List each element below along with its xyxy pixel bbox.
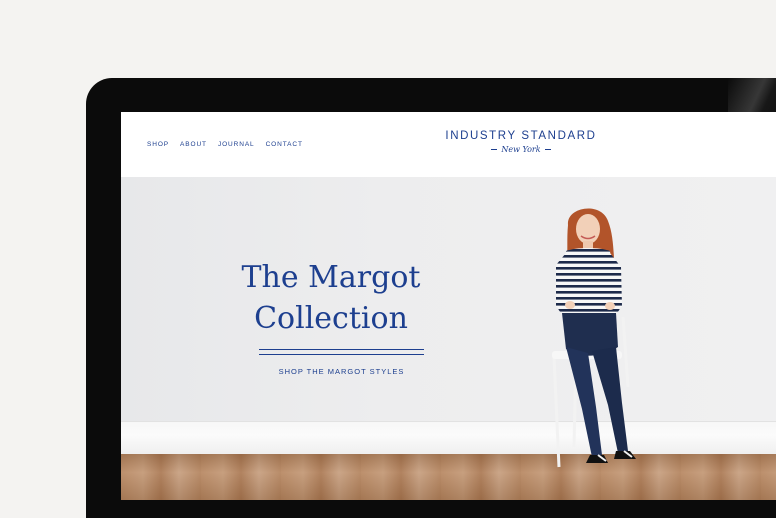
nav-contact[interactable]: CONTACT [266, 141, 303, 148]
brand-logo[interactable]: INDUSTRY STANDARD New York [421, 130, 621, 154]
logo-dash-left [491, 149, 498, 150]
hero-double-rule [259, 349, 424, 355]
hero-banner: The Margot Collection SHOP THE MARGOT ST… [121, 177, 776, 500]
hero-title: The Margot Collection [221, 257, 441, 339]
website-screen: SHOP ABOUT JOURNAL CONTACT INDUSTRY STAN… [121, 112, 776, 500]
hero-baseboard [121, 421, 776, 455]
nav-journal[interactable]: JOURNAL [218, 141, 255, 148]
nav-about[interactable]: ABOUT [180, 141, 207, 148]
logo-subtitle-row: New York [421, 145, 621, 154]
logo-subtitle: New York [501, 145, 541, 154]
logo-title: INDUSTRY STANDARD [445, 130, 597, 142]
shop-margot-cta[interactable]: SHOP THE MARGOT STYLES [259, 367, 424, 376]
main-nav: SHOP ABOUT JOURNAL CONTACT [147, 141, 303, 148]
nav-shop[interactable]: SHOP [147, 141, 169, 148]
hero-title-line-1: The Margot [241, 260, 421, 295]
model-photo [552, 208, 636, 468]
logo-dash-right [544, 149, 551, 150]
hero-title-line-2: Collection [254, 301, 408, 336]
model-face [576, 214, 600, 244]
hero-floor-shade [121, 454, 776, 500]
site-header: SHOP ABOUT JOURNAL CONTACT INDUSTRY STAN… [121, 112, 776, 177]
